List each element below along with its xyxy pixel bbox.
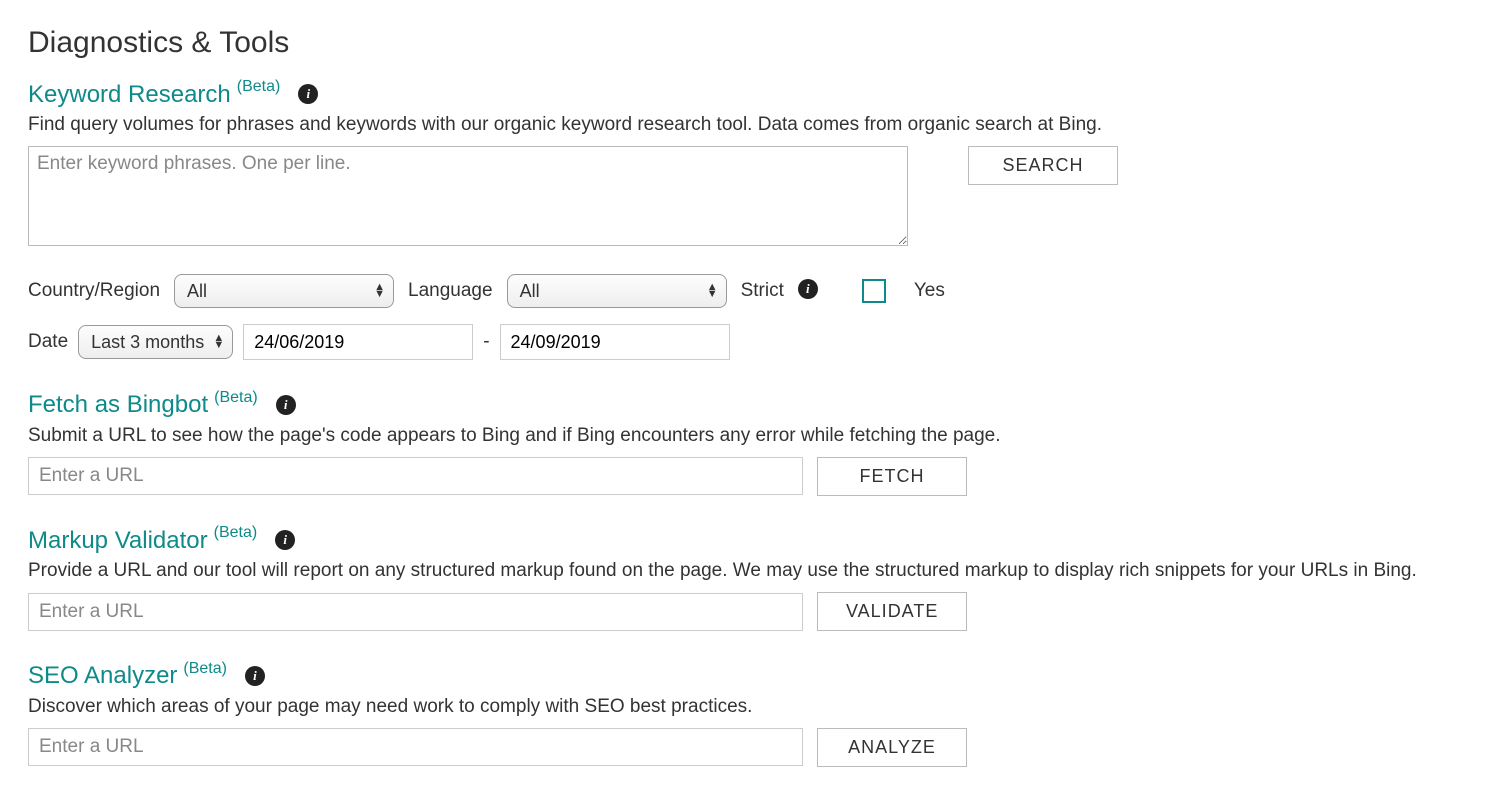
yes-label: Yes: [914, 280, 945, 302]
date-range-value: Last 3 months: [91, 332, 204, 353]
fetch-as-bingbot-desc: Submit a URL to see how the page's code …: [28, 425, 1472, 447]
analyze-button[interactable]: ANALYZE: [817, 728, 967, 767]
beta-badge: (Beta): [214, 524, 258, 542]
fetch-as-bingbot-title[interactable]: Fetch as Bingbot: [28, 392, 208, 418]
info-icon[interactable]: i: [275, 530, 295, 550]
keyword-research-title[interactable]: Keyword Research: [28, 82, 231, 108]
markup-validator-title[interactable]: Markup Validator: [28, 528, 208, 554]
language-select[interactable]: All: [507, 274, 727, 308]
seo-url-input[interactable]: [28, 728, 803, 766]
strict-checkbox[interactable]: [862, 279, 886, 303]
country-value: All: [187, 281, 207, 302]
date-from-input[interactable]: [243, 324, 473, 360]
date-range-select[interactable]: Last 3 months: [78, 325, 233, 359]
chevron-up-down-icon: [213, 335, 224, 349]
info-icon[interactable]: i: [798, 279, 818, 299]
fetch-button[interactable]: FETCH: [817, 457, 967, 496]
country-select[interactable]: All: [174, 274, 394, 308]
beta-badge: (Beta): [183, 660, 227, 678]
language-label: Language: [408, 280, 493, 302]
page-title: Diagnostics & Tools: [28, 26, 1472, 60]
fetch-url-input[interactable]: [28, 457, 803, 495]
country-region-label: Country/Region: [28, 280, 160, 302]
beta-badge: (Beta): [214, 389, 258, 407]
info-icon[interactable]: i: [245, 666, 265, 686]
beta-badge: (Beta): [237, 78, 281, 96]
strict-label: Strict: [741, 280, 784, 302]
seo-analyzer-desc: Discover which areas of your page may ne…: [28, 696, 1472, 718]
date-to-input[interactable]: [500, 324, 730, 360]
markup-validator-desc: Provide a URL and our tool will report o…: [28, 560, 1472, 582]
info-icon[interactable]: i: [276, 395, 296, 415]
seo-analyzer-title[interactable]: SEO Analyzer: [28, 663, 177, 689]
date-range-separator: -: [483, 331, 489, 353]
date-label: Date: [28, 331, 68, 353]
search-button[interactable]: SEARCH: [968, 146, 1118, 185]
chevron-up-down-icon: [707, 284, 718, 298]
keyword-input[interactable]: [28, 146, 908, 246]
language-value: All: [520, 281, 540, 302]
keyword-research-desc: Find query volumes for phrases and keywo…: [28, 114, 1472, 136]
markup-url-input[interactable]: [28, 593, 803, 631]
chevron-up-down-icon: [374, 284, 385, 298]
info-icon[interactable]: i: [298, 84, 318, 104]
validate-button[interactable]: VALIDATE: [817, 592, 967, 631]
